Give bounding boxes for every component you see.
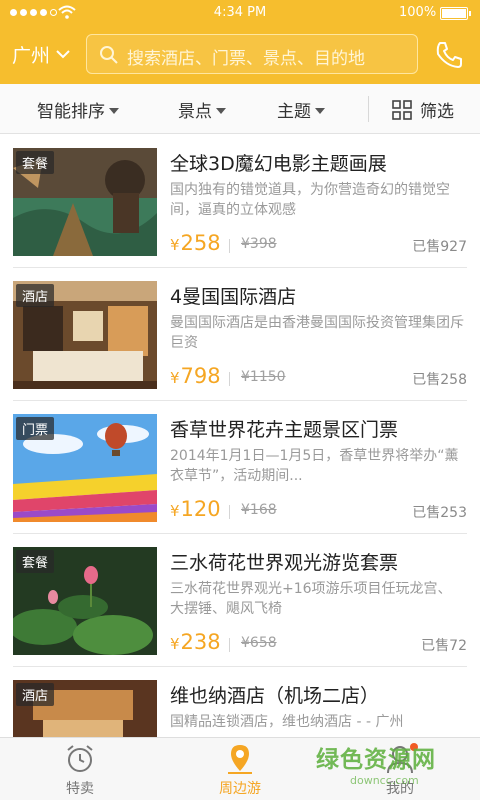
original-price: ¥168 (241, 502, 277, 518)
price-divider (229, 638, 230, 652)
currency-symbol: ¥ (170, 236, 180, 254)
battery-icon (440, 7, 471, 20)
tab-nearby[interactable]: 周边游 (160, 738, 320, 800)
item-title: 4曼国国际酒店 (170, 286, 297, 308)
thumbnail-image: 套餐 (13, 547, 157, 655)
chevron-down-icon (56, 50, 70, 59)
price-divider (229, 372, 230, 386)
theme-label: 主题 (277, 102, 311, 122)
sort-label: 智能排序 (37, 102, 105, 122)
item-description: 三水荷花世界观光+16项游乐项目任玩龙宫、大摆锤、飓风飞椅 (170, 581, 452, 617)
search-placeholder: 搜索酒店、门票、景点、目的地 (127, 49, 365, 69)
price-value: 798 (180, 364, 221, 388)
map-pin-icon (228, 745, 252, 774)
app-header: 广州 搜索酒店、门票、景点、目的地 (0, 26, 480, 84)
list-item[interactable]: 酒店 4曼国国际酒店 曼国国际酒店是由香港曼国国际投资管理集团斥巨资 ¥ 798… (0, 268, 480, 401)
price-value: 120 (180, 497, 221, 521)
item-price: ¥ 798 (170, 364, 221, 388)
scenic-label: 景点 (178, 102, 212, 122)
filter-button[interactable]: 筛选 (392, 97, 454, 122)
item-description: 国内独有的错觉道具，为你营造奇幻的错觉空间，逼真的立体观感 (170, 182, 450, 218)
tab-deals[interactable]: 特卖 (0, 738, 160, 800)
price-value: 238 (180, 630, 221, 654)
original-price: ¥658 (241, 635, 277, 651)
search-icon (100, 46, 118, 64)
search-input[interactable]: 搜索酒店、门票、景点、目的地 (86, 34, 418, 74)
item-price: ¥ 120 (170, 497, 221, 521)
caret-down-icon (216, 108, 226, 114)
item-title: 维也纳酒店（机场二店） (170, 685, 380, 707)
scenic-dropdown[interactable]: 景点 (178, 97, 226, 122)
item-price: ¥ 238 (170, 630, 221, 654)
sold-count: 已售258 (412, 372, 467, 388)
price-divider (229, 505, 230, 519)
city-label: 广州 (12, 45, 51, 67)
filter-bar: 智能排序 景点 主题 筛选 (0, 84, 480, 134)
filter-label: 筛选 (420, 102, 454, 122)
item-description: 曼国国际酒店是由香港曼国国际投资管理集团斥巨资 (170, 315, 464, 351)
currency-symbol: ¥ (170, 502, 180, 520)
list-item[interactable]: 门票 香草世界花卉主题景区门票 2014年1月1日—1月5日，香草世界将举办“薰… (0, 401, 480, 534)
watermark-url: downcc.com (350, 774, 419, 787)
tab-label: 周边游 (219, 781, 261, 797)
price-value: 258 (180, 231, 221, 255)
watermark: 绿色资源网 (316, 747, 436, 773)
item-title: 香草世界花卉主题景区门票 (170, 419, 399, 441)
thumbnail-image: 酒店 (13, 281, 157, 389)
item-description: 2014年1月1日—1月5日，香草世界将举办“薰衣草节”，活动期间... (170, 448, 459, 484)
grid-icon (392, 99, 412, 120)
sold-count: 已售253 (412, 505, 467, 521)
phone-icon[interactable] (434, 40, 464, 70)
item-title: 三水荷花世界观光游览套票 (170, 552, 399, 574)
category-tag: 酒店 (16, 284, 55, 307)
city-selector[interactable]: 广州 (12, 41, 70, 68)
category-tag: 套餐 (16, 151, 55, 174)
item-price: ¥ 258 (170, 231, 221, 255)
alarm-clock-icon (67, 745, 93, 772)
original-price: ¥398 (241, 236, 277, 252)
caret-down-icon (109, 108, 119, 114)
thumbnail-image: 门票 (13, 414, 157, 522)
sort-dropdown[interactable]: 智能排序 (37, 97, 119, 122)
filter-divider (368, 96, 369, 122)
currency-symbol: ¥ (170, 369, 180, 387)
category-tag: 套餐 (16, 550, 55, 573)
status-bar: 4:34 PM 100% (0, 0, 480, 26)
item-title: 全球3D魔幻电影主题画展 (170, 153, 387, 175)
tab-label: 特卖 (66, 781, 94, 797)
price-divider (229, 239, 230, 253)
thumbnail-image: 套餐 (13, 148, 157, 256)
list-item[interactable]: 套餐 三水荷花世界观光游览套票 三水荷花世界观光+16项游乐项目任玩龙宫、大摆锤… (0, 534, 480, 667)
original-price: ¥1150 (241, 369, 286, 385)
sold-count: 已售72 (421, 638, 467, 654)
caret-down-icon (315, 108, 325, 114)
currency-symbol: ¥ (170, 635, 180, 653)
battery-percent: 100% (399, 5, 437, 20)
list-item[interactable]: 套餐 全球3D魔幻电影主题画展 国内独有的错觉道具，为你营造奇幻的错觉空间，逼真… (0, 135, 480, 268)
category-tag: 门票 (16, 417, 55, 440)
category-tag: 酒店 (16, 683, 55, 706)
sold-count: 已售927 (412, 239, 467, 255)
theme-dropdown[interactable]: 主题 (277, 97, 325, 122)
